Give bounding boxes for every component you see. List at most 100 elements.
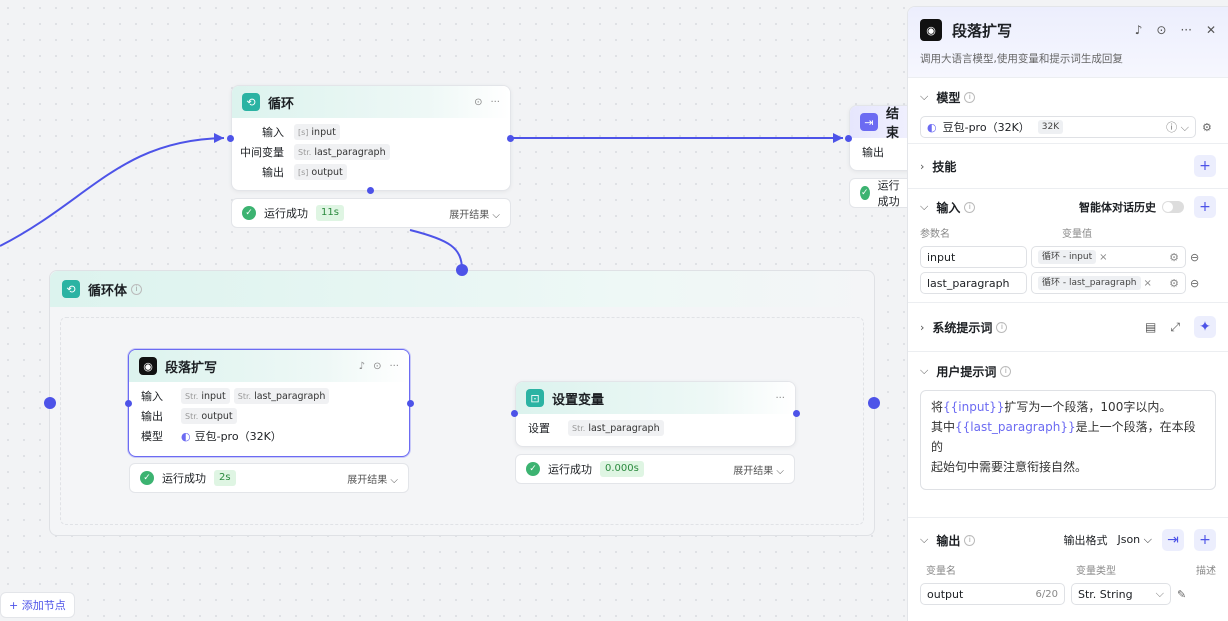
- llm-icon: ◉: [139, 357, 157, 375]
- section-title: 输出: [936, 533, 961, 548]
- setvar-run-status: ✓ 运行成功 0.000s 展开结果 ⌵: [515, 454, 795, 484]
- output-format-select[interactable]: Json ⌵: [1117, 533, 1152, 547]
- run-icon[interactable]: ⊙: [373, 361, 381, 372]
- gear-icon[interactable]: ⚙: [1202, 121, 1212, 134]
- col-header: 描述: [1196, 566, 1216, 577]
- expand-results-button[interactable]: 展开结果 ⌵: [733, 462, 784, 477]
- para-in-port[interactable]: [125, 400, 132, 407]
- run-icon[interactable]: ⊙: [474, 97, 482, 108]
- chat-history-toggle[interactable]: [1162, 201, 1184, 213]
- set-variable-node[interactable]: ⊡ 设置变量 ··· 设置 Str. last_paragraph: [515, 381, 796, 447]
- container-title: 循环体: [88, 283, 128, 299]
- user-prompt-editor[interactable]: 将{{input}}扩写为一个段落，100字以内。 其中{{last_parag…: [920, 390, 1216, 490]
- more-icon[interactable]: ···: [1180, 23, 1191, 37]
- var-tag: Str. last_paragraph: [233, 388, 330, 404]
- gear-icon[interactable]: ⚙: [1169, 277, 1179, 290]
- more-icon[interactable]: ···: [775, 393, 785, 404]
- loop-out-port[interactable]: [507, 135, 514, 142]
- loop-body-top-port[interactable]: [456, 264, 468, 276]
- description-icon[interactable]: ✎: [1177, 588, 1186, 601]
- section-title: 用户提示词: [936, 364, 997, 379]
- output-type-select[interactable]: Str. String ⌵: [1071, 583, 1171, 605]
- setvar-in-port[interactable]: [511, 410, 518, 417]
- context-badge: 32K: [1037, 120, 1064, 134]
- info-icon: i: [1000, 365, 1012, 377]
- gear-icon[interactable]: ⚙: [1169, 251, 1179, 264]
- end-in-port[interactable]: [845, 135, 852, 142]
- more-icon[interactable]: ···: [490, 97, 500, 108]
- system-prompt-section: › 系统提示词 i ▤ ⤢ ✦: [908, 302, 1228, 351]
- close-icon[interactable]: ×: [1144, 278, 1152, 289]
- chat-history-label: 智能体对话历史: [1079, 201, 1156, 214]
- expand-results-button[interactable]: 展开结果 ⌵: [347, 471, 398, 486]
- loop-icon: ⟲: [62, 280, 80, 298]
- import-icon[interactable]: ⇥: [1162, 529, 1184, 551]
- setvar-out-port[interactable]: [793, 410, 800, 417]
- doubao-icon: ◐: [181, 429, 191, 443]
- close-icon[interactable]: ✕: [1206, 23, 1216, 37]
- info-icon: i: [131, 283, 143, 295]
- para-run-status: ✓ 运行成功 2s 展开结果 ⌵: [129, 463, 409, 493]
- more-icon[interactable]: ···: [389, 361, 399, 372]
- col-header: 参数名: [920, 229, 950, 240]
- llm-icon: ◉: [920, 19, 942, 41]
- var-tag: Str. output: [181, 408, 237, 424]
- paragraph-expand-node[interactable]: ◉ 段落扩写 ♪ ⊙ ··· 输入 Str. input Str. last_paragrap…: [128, 349, 410, 457]
- row-label: 模型: [141, 430, 163, 443]
- col-header: 变量类型: [1076, 566, 1116, 577]
- edge-start-to-loop: [0, 137, 225, 247]
- loop-body-port[interactable]: [367, 187, 374, 194]
- add-skill-button[interactable]: +: [1194, 155, 1216, 177]
- param-value-select[interactable]: 循环 - last_paragraph × ⚙: [1031, 272, 1186, 294]
- chevron-right-icon[interactable]: ›: [920, 321, 924, 334]
- para-out-port[interactable]: [407, 400, 414, 407]
- loop-body-in-port[interactable]: [44, 397, 56, 409]
- remove-icon[interactable]: ⊖: [1190, 277, 1199, 290]
- output-name-input[interactable]: output 6/20: [920, 583, 1065, 605]
- expand-icon[interactable]: ⤢: [1170, 320, 1180, 335]
- info-icon: i: [996, 321, 1008, 333]
- row-label: 输出: [862, 146, 884, 159]
- loop-node[interactable]: ⟲ 循环 ⊙ ··· 输入 [s] input 中间变量 Str. last_paragra…: [231, 85, 511, 191]
- add-output-button[interactable]: +: [1194, 529, 1216, 551]
- col-header: 变量值: [1062, 229, 1092, 240]
- check-icon: ✓: [860, 186, 870, 200]
- bell-off-icon[interactable]: ♪: [1135, 23, 1143, 37]
- loop-in-port[interactable]: [227, 135, 234, 142]
- node-title: 循环: [268, 96, 295, 112]
- check-icon: ✓: [140, 471, 154, 485]
- close-icon[interactable]: ×: [1099, 252, 1107, 263]
- add-input-button[interactable]: +: [1194, 196, 1216, 218]
- chevron-down-icon[interactable]: ⌵: [920, 90, 928, 104]
- loop-run-status: ✓ 运行成功 11s 展开结果 ⌵: [231, 198, 511, 228]
- model-section: ⌵ 模型 i ◐ 豆包-pro（32K） 32K ⓘ ⌵ ⚙: [908, 77, 1228, 143]
- add-node-button[interactable]: + 添加节点: [0, 592, 75, 618]
- expand-results-button[interactable]: 展开结果 ⌵: [449, 206, 500, 221]
- status-text: 运行成功: [548, 463, 592, 476]
- chevron-down-icon[interactable]: ⌵: [920, 533, 928, 547]
- node-settings-panel: ◉ 段落扩写 ♪ ⊙ ··· ✕ 调用大语言模型,使用变量和提示词生成回复 ⌵ 模型 i ◐…: [907, 6, 1228, 621]
- run-icon[interactable]: ⊙: [1156, 23, 1166, 37]
- remove-icon[interactable]: ⊖: [1190, 251, 1199, 264]
- info-icon: i: [964, 201, 976, 213]
- model-select[interactable]: ◐ 豆包-pro（32K） 32K ⓘ ⌵: [920, 116, 1196, 138]
- library-icon[interactable]: ▤: [1145, 320, 1156, 334]
- set-variable-icon: ⊡: [526, 389, 544, 407]
- param-name-input[interactable]: input: [920, 246, 1027, 268]
- user-prompt-section: ⌵ 用户提示词 i 将{{input}}扩写为一个段落，100字以内。 其中{{la…: [908, 351, 1228, 517]
- ai-generate-icon[interactable]: ✦: [1194, 316, 1216, 338]
- param-name-input[interactable]: last_paragraph: [920, 272, 1027, 294]
- param-value-select[interactable]: 循环 - input × ⚙: [1031, 246, 1186, 268]
- loop-body-out-port[interactable]: [868, 397, 880, 409]
- section-title: 输入: [936, 200, 961, 215]
- chevron-down-icon[interactable]: ⌵: [920, 364, 928, 378]
- col-header: 变量名: [926, 566, 956, 577]
- chevron-right-icon[interactable]: ›: [920, 160, 924, 173]
- status-text: 运行成功: [877, 179, 900, 208]
- chevron-down-icon: ⓘ ⌵: [1166, 121, 1189, 134]
- chevron-down-icon[interactable]: ⌵: [920, 200, 928, 214]
- bell-off-icon[interactable]: ♪: [359, 361, 365, 372]
- section-title: 技能: [932, 159, 957, 174]
- var-tag: Str. input: [181, 388, 230, 404]
- doubao-icon: ◐: [927, 120, 937, 134]
